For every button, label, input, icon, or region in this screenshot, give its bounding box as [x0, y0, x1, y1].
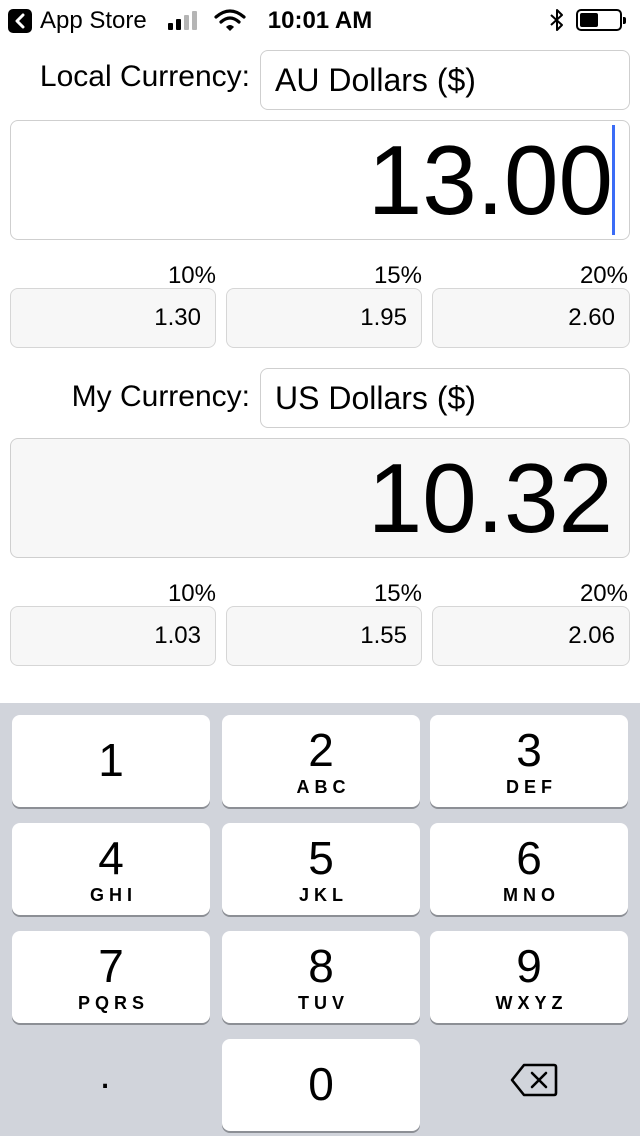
key-4-letters: GHI: [89, 885, 137, 905]
key-1[interactable]: 1: [12, 715, 210, 807]
status-time: 10:01 AM: [267, 7, 373, 34]
local-amount-input[interactable]: 13.00: [10, 120, 630, 240]
local-tip-15-value: 1.95: [226, 288, 422, 348]
local-currency-label: Local Currency:: [39, 60, 250, 93]
key-decimal-point[interactable]: .: [6, 1039, 204, 1131]
status-bar: App Store 10:01 AM: [0, 0, 640, 40]
key-3[interactable]: 3 DEF: [430, 715, 628, 807]
key-8-letters: TUV: [298, 993, 349, 1013]
key-7[interactable]: 7 PQRS: [12, 931, 210, 1023]
key-5[interactable]: 5 JKL: [222, 823, 420, 915]
my-tip-20-value: 2.06: [432, 606, 630, 666]
text-cursor: [612, 125, 615, 235]
local-tip-15-label: 15%: [373, 262, 422, 289]
my-tip-15-label: 15%: [373, 580, 422, 607]
key-6-letters: MNO: [503, 885, 560, 905]
local-tip-10-label: 10%: [167, 262, 216, 289]
key-1-digit: 1: [98, 734, 124, 786]
my-tip-10-label: 10%: [167, 580, 216, 607]
key-5-digit: 5: [308, 832, 334, 884]
delete-key[interactable]: [430, 1039, 628, 1131]
key-0[interactable]: 0: [222, 1039, 420, 1131]
key-7-digit: 7: [98, 940, 124, 992]
key-8[interactable]: 8 TUV: [222, 931, 420, 1023]
key-0-digit: 0: [308, 1058, 334, 1110]
local-currency-select[interactable]: AU Dollars ($): [260, 50, 630, 110]
my-amount-display: 10.32: [10, 438, 630, 558]
local-tip-10-value: 1.30: [10, 288, 216, 348]
key-2-digit: 2: [308, 724, 334, 776]
key-9[interactable]: 9 WXYZ: [430, 931, 628, 1023]
key-9-digit: 9: [516, 940, 542, 992]
my-currency-label: My Currency:: [71, 380, 250, 413]
my-currency-select[interactable]: US Dollars ($): [260, 368, 630, 428]
my-amount-value: 10.32: [367, 443, 613, 553]
key-4-digit: 4: [98, 832, 124, 884]
key-9-letters: WXYZ: [495, 993, 568, 1013]
key-5-letters: JKL: [298, 885, 348, 905]
numeric-keypad: 1 2 ABC 3 DEF 4 GHI 5 JKL 6 MNO 7 PQRS 8…: [0, 703, 640, 1136]
key-6-digit: 6: [516, 832, 542, 884]
my-tip-10-value: 1.03: [10, 606, 216, 666]
battery-icon: [576, 9, 626, 31]
key-2-letters: ABC: [296, 777, 351, 797]
key-4[interactable]: 4 GHI: [12, 823, 210, 915]
local-amount-value: 13.00: [367, 125, 613, 235]
key-8-digit: 8: [308, 940, 334, 992]
key-7-letters: PQRS: [77, 993, 149, 1013]
key-3-digit: 3: [516, 724, 542, 776]
key-6[interactable]: 6 MNO: [430, 823, 628, 915]
my-tip-20-label: 20%: [579, 580, 628, 607]
bluetooth-icon: [550, 9, 563, 31]
local-tip-20-label: 20%: [579, 262, 628, 289]
key-2[interactable]: 2 ABC: [222, 715, 420, 807]
backspace-icon: [510, 1063, 558, 1097]
local-tip-20-value: 2.60: [432, 288, 630, 348]
my-tip-15-value: 1.55: [226, 606, 422, 666]
key-3-letters: DEF: [506, 777, 557, 797]
